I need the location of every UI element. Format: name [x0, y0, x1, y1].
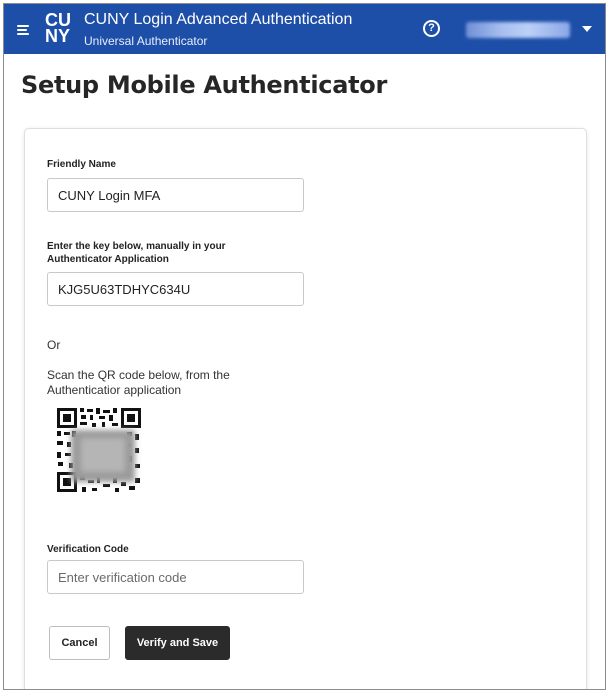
- scan-instruction-line1: Scan the QR code below, from the: [47, 368, 230, 382]
- friendly-name-label: Friendly Name: [47, 159, 116, 170]
- key-label-line1: Enter the key below, manually in your: [47, 241, 226, 252]
- verification-code-input[interactable]: [47, 560, 304, 594]
- authenticator-key-input[interactable]: [47, 272, 304, 306]
- page-title: Setup Mobile Authenticator: [21, 71, 387, 99]
- or-divider-text: Or: [47, 338, 61, 352]
- friendly-name-input[interactable]: [47, 178, 304, 212]
- key-label-line2: Authenticator Application: [47, 254, 169, 265]
- verify-and-save-button[interactable]: Verify and Save: [125, 626, 230, 660]
- qr-code-image: [55, 406, 143, 494]
- chevron-down-icon[interactable]: [582, 26, 592, 32]
- scan-instruction-line2: Authenticatior application: [47, 383, 182, 397]
- hamburger-menu-icon[interactable]: [17, 25, 29, 35]
- cancel-button[interactable]: Cancel: [49, 626, 110, 660]
- app-window: CU NY CUNY Login Advanced Authentication…: [3, 3, 606, 690]
- app-title: CUNY Login Advanced Authentication: [84, 11, 353, 28]
- user-account-name-redacted[interactable]: [466, 22, 570, 38]
- qr-finder-top-right: [121, 408, 141, 428]
- verification-code-label: Verification Code: [47, 544, 129, 555]
- app-subtitle: Universal Authenticator: [84, 34, 208, 48]
- top-header-bar: CU NY CUNY Login Advanced Authentication…: [4, 4, 605, 54]
- qr-finder-top-left: [57, 408, 77, 428]
- cuny-logo: CU NY: [45, 10, 71, 46]
- help-circle-icon[interactable]: ?: [423, 20, 440, 37]
